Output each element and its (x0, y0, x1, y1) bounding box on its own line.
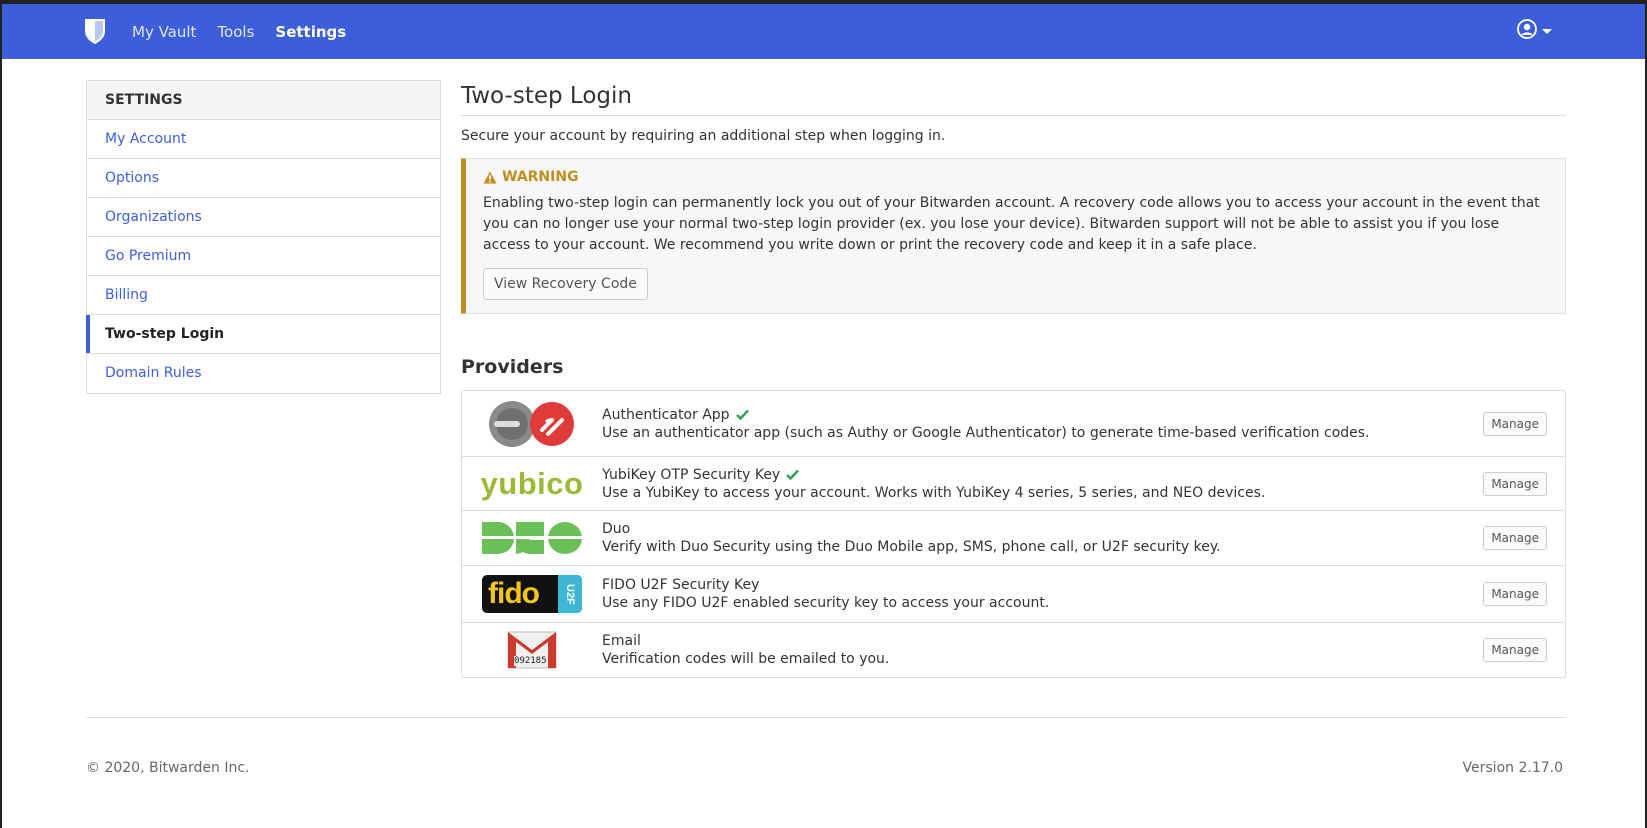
provider-description: Use any FIDO U2F enabled security key to… (602, 595, 1050, 611)
provider-row-duo: Duo Verify with Duo Security using the D… (462, 511, 1565, 566)
warning-callout: WARNING Enabling two-step login can perm… (461, 158, 1566, 314)
bitwarden-shield-logo[interactable] (84, 17, 110, 47)
provider-name: Email (602, 633, 641, 649)
authenticator-app-logo (462, 400, 602, 448)
sidebar-item-go-premium[interactable]: Go Premium (87, 237, 440, 276)
chevron-down-icon (1542, 28, 1552, 34)
warning-heading: WARNING (483, 169, 1549, 185)
footer-divider (86, 717, 1566, 718)
nav-my-vault[interactable]: My Vault (132, 23, 196, 41)
main-content: Two-step Login Secure your account by re… (461, 78, 1566, 678)
footer-copyright: © 2020, Bitwarden Inc. (86, 760, 250, 776)
provider-description: Use an authenticator app (such as Authy … (602, 424, 1370, 441)
settings-sidebar: SETTINGS My Account Options Organization… (86, 80, 441, 394)
warning-text: Enabling two-step login can permanently … (483, 195, 1540, 253)
sidebar-item-billing[interactable]: Billing (87, 276, 440, 315)
fido-u2f-logo: fido U2F (462, 575, 602, 613)
provider-description: Use a YubiKey to access your account. Wo… (602, 484, 1266, 501)
nav-settings[interactable]: Settings (275, 23, 346, 41)
provider-row-email: 092185 Email Verification codes will be … (462, 623, 1565, 677)
sidebar-item-two-step-login[interactable]: Two-step Login (86, 315, 440, 354)
email-gmail-logo: 092185 (462, 631, 602, 669)
sidebar-item-my-account[interactable]: My Account (87, 120, 440, 159)
enabled-check-icon (786, 469, 800, 480)
provider-name: FIDO U2F Security Key (602, 577, 760, 593)
manage-authenticator-button[interactable]: Manage (1483, 411, 1547, 436)
provider-row-fido: fido U2F FIDO U2F Security Key Use any F… (462, 566, 1565, 623)
duo-logo (462, 522, 602, 554)
manage-yubikey-button[interactable]: Manage (1483, 471, 1547, 496)
warning-triangle-icon (483, 171, 497, 183)
provider-name: YubiKey OTP Security Key (602, 466, 781, 483)
nav-tools[interactable]: Tools (217, 23, 254, 41)
warning-title: WARNING (502, 169, 579, 185)
provider-description: Verification codes will be emailed to yo… (602, 651, 890, 667)
provider-name: Authenticator App (602, 406, 730, 423)
sidebar-item-domain-rules[interactable]: Domain Rules (87, 354, 440, 393)
providers-list: Authenticator App Use an authenticator a… (461, 390, 1566, 678)
footer-version: Version 2.17.0 (1462, 760, 1563, 776)
view-recovery-code-button[interactable]: View Recovery Code (483, 268, 648, 300)
providers-heading: Providers (461, 356, 564, 378)
manage-fido-button[interactable]: Manage (1483, 582, 1547, 606)
provider-description: Verify with Duo Security using the Duo M… (602, 539, 1221, 555)
page-title: Two-step Login (461, 78, 1566, 116)
sidebar-item-options[interactable]: Options (87, 159, 440, 198)
yubico-logo: yubico (480, 465, 584, 501)
page-subtitle: Secure your account by requiring an addi… (461, 128, 946, 144)
top-navbar: My Vault Tools Settings (2, 4, 1645, 59)
sidebar-item-organizations[interactable]: Organizations (87, 198, 440, 237)
enabled-check-icon (735, 409, 749, 420)
manage-duo-button[interactable]: Manage (1483, 526, 1547, 550)
user-circle-icon (1517, 19, 1537, 43)
provider-row-authenticator: Authenticator App Use an authenticator a… (462, 391, 1565, 457)
manage-email-button[interactable]: Manage (1483, 638, 1547, 662)
account-menu[interactable] (1517, 19, 1552, 43)
provider-name: Duo (602, 521, 631, 537)
sidebar-header: SETTINGS (87, 81, 440, 120)
provider-row-yubikey: yubico YubiKey OTP Security Key Use a Yu… (462, 457, 1565, 511)
